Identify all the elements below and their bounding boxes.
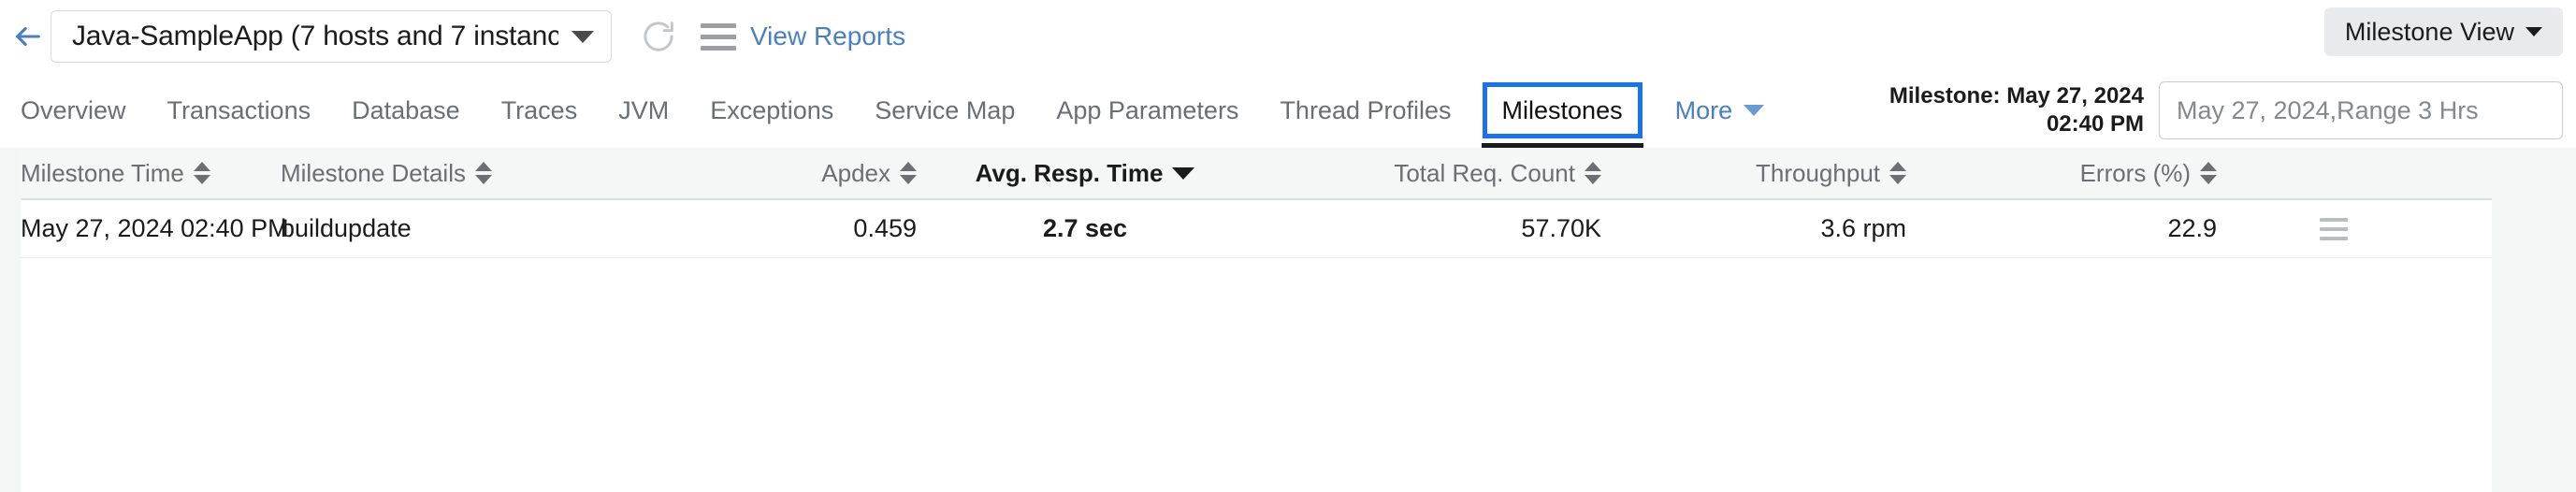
- column-header-label: Errors (%): [2079, 158, 2191, 187]
- cell-total-req-count: 57.70K: [1521, 214, 1601, 242]
- milestone-info-time: 02:40 PM: [2046, 111, 2144, 137]
- sort-toggle-icon: [2200, 160, 2217, 186]
- cell-avg-resp-time: 2.7 sec: [1042, 214, 1128, 242]
- row-menu-icon[interactable]: [2320, 217, 2348, 240]
- column-header-label: Total Req. Count: [1394, 158, 1575, 187]
- column-header-label: Milestone Details: [281, 158, 466, 187]
- milestones-table: Milestone Time Milestone Details Apdex A…: [21, 148, 2492, 492]
- tab-database[interactable]: Database: [331, 73, 481, 148]
- tab-more-label: More: [1674, 96, 1733, 124]
- row-actions-cell: [2217, 217, 2451, 240]
- table-header-row: Milestone Time Milestone Details Apdex A…: [21, 148, 2492, 200]
- sort-toggle-icon: [193, 160, 210, 186]
- cell-errors-pct: 22.9: [2167, 214, 2217, 242]
- refresh-icon[interactable]: [638, 16, 679, 57]
- nav-right-cluster: Milestone: May 27, 2024 02:40 PM May 27,…: [1889, 73, 2563, 148]
- sort-toggle-icon: [1585, 160, 1601, 186]
- sort-descending-icon: [1172, 166, 1195, 180]
- column-header-total-req-count[interactable]: Total Req. Count: [1253, 159, 1601, 188]
- column-header-label: Apdex: [821, 158, 890, 187]
- tab-app-parameters[interactable]: App Parameters: [1035, 73, 1259, 148]
- date-range-value: May 27, 2024,Range 3 Hrs: [2177, 95, 2479, 124]
- milestone-view-label: Milestone View: [2344, 17, 2514, 46]
- chevron-down-icon: [1744, 105, 1765, 116]
- table-row[interactable]: May 27, 2024 02:40 PM buildupdate 0.459 …: [21, 200, 2492, 258]
- app-selector[interactable]: Java-SampleApp (7 hosts and 7 instanc...: [51, 10, 612, 63]
- tab-list: Overview Transactions Database Traces JV…: [0, 73, 1786, 151]
- column-header-errors-pct[interactable]: Errors (%): [1906, 159, 2217, 188]
- tab-transactions[interactable]: Transactions: [147, 73, 332, 148]
- arrow-left-icon[interactable]: [9, 18, 47, 55]
- tab-overview[interactable]: Overview: [21, 73, 147, 148]
- milestones-page: Java-SampleApp (7 hosts and 7 instanc...…: [0, 0, 2576, 492]
- tab-traces[interactable]: Traces: [481, 73, 599, 148]
- column-header-label: Avg. Resp. Time: [975, 158, 1164, 187]
- tab-thread-profiles[interactable]: Thread Profiles: [1259, 73, 1471, 148]
- column-header-milestone-details[interactable]: Milestone Details: [281, 159, 578, 188]
- cell-apdex: 0.459: [853, 214, 917, 242]
- tab-service-map[interactable]: Service Map: [854, 73, 1035, 148]
- date-range-picker[interactable]: May 27, 2024,Range 3 Hrs: [2159, 81, 2563, 139]
- nav-bar: Overview Transactions Database Traces JV…: [0, 73, 2576, 151]
- column-header-avg-resp-time[interactable]: Avg. Resp. Time: [917, 159, 1253, 188]
- cell-milestone-time: May 27, 2024 02:40 PM: [21, 214, 289, 242]
- milestone-view-button[interactable]: Milestone View: [2323, 7, 2563, 56]
- column-header-throughput[interactable]: Throughput: [1601, 159, 1906, 188]
- view-reports-link[interactable]: View Reports: [750, 22, 905, 51]
- list-icon[interactable]: [700, 18, 737, 55]
- tab-more[interactable]: More: [1655, 73, 1786, 148]
- caret-down-icon: [572, 30, 594, 43]
- column-header-milestone-time[interactable]: Milestone Time: [21, 159, 281, 188]
- tab-exceptions[interactable]: Exceptions: [689, 73, 854, 148]
- column-header-apdex[interactable]: Apdex: [578, 159, 917, 188]
- tab-milestones[interactable]: Milestones: [1481, 82, 1643, 151]
- cell-throughput: 3.6 rpm: [1820, 214, 1906, 242]
- cell-milestone-details: buildupdate: [281, 214, 412, 242]
- milestone-info-date: Milestone: May 27, 2024: [1889, 83, 2144, 109]
- sort-toggle-icon: [900, 160, 917, 186]
- top-bar: Java-SampleApp (7 hosts and 7 instanc...…: [0, 0, 2576, 73]
- column-header-label: Throughput: [1756, 158, 1880, 187]
- sort-toggle-icon: [474, 160, 492, 186]
- app-selector-label: Java-SampleApp (7 hosts and 7 instanc...: [72, 21, 558, 51]
- table-empty-space: [21, 258, 2492, 427]
- milestones-table-container: Milestone Time Milestone Details Apdex A…: [0, 148, 2576, 492]
- milestone-info: Milestone: May 27, 2024 02:40 PM: [1889, 82, 2148, 138]
- tab-jvm[interactable]: JVM: [598, 73, 689, 148]
- column-header-label: Milestone Time: [21, 158, 184, 187]
- caret-down-icon: [2525, 27, 2542, 36]
- sort-toggle-icon: [1889, 160, 1906, 186]
